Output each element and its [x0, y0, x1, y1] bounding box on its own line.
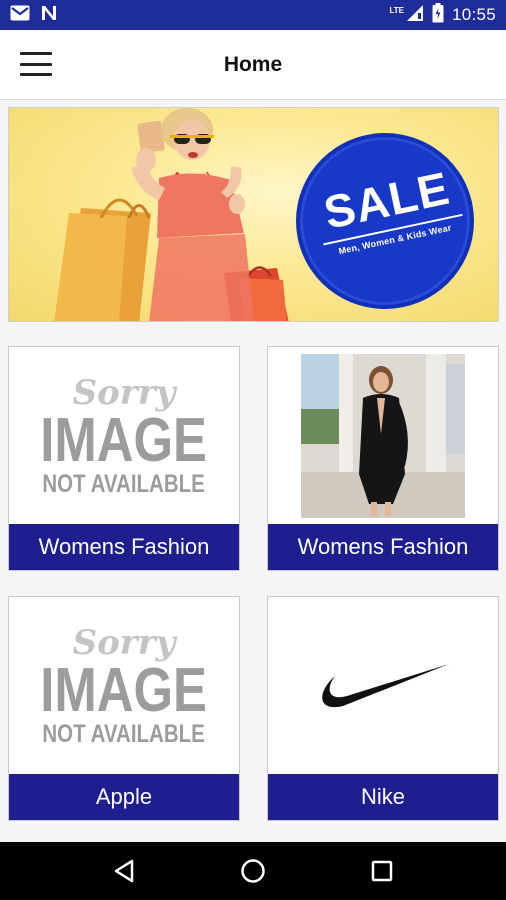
- app-bar: Home: [0, 30, 506, 100]
- page-title: Home: [223, 53, 283, 76]
- lte-label: LTE: [389, 5, 404, 15]
- category-image: [268, 347, 498, 524]
- image-not-available-placeholder: Sorry IMAGE NOT AVAILABLE: [9, 597, 239, 774]
- category-card[interactable]: Nike: [267, 596, 499, 821]
- model-photo: [301, 353, 465, 518]
- recents-icon[interactable]: [362, 851, 402, 891]
- placeholder-image: IMAGE: [40, 655, 208, 725]
- category-label: Womens Fashion: [9, 524, 239, 570]
- sale-badge: SALE Men, Women & Kids Wear: [296, 133, 474, 309]
- category-label: Nike: [268, 774, 498, 820]
- category-label: Womens Fashion: [268, 524, 498, 570]
- placeholder-not-available: NOT AVAILABLE: [42, 469, 206, 498]
- category-card[interactable]: Sorry IMAGE NOT AVAILABLE Apple: [8, 596, 240, 821]
- home-icon[interactable]: [233, 851, 273, 891]
- signal-icon: [406, 4, 424, 27]
- nike-swoosh-logo: [322, 663, 449, 707]
- system-nav-bar: [0, 842, 506, 900]
- n-app-icon: [40, 4, 58, 27]
- gmail-icon: [10, 5, 30, 26]
- category-image: [268, 597, 498, 774]
- status-bar: LTE 10:55: [0, 0, 506, 30]
- placeholder-image: IMAGE: [40, 405, 208, 475]
- image-not-available-placeholder: Sorry IMAGE NOT AVAILABLE: [9, 347, 239, 524]
- battery-icon: [432, 2, 444, 28]
- status-time: 10:55: [451, 5, 496, 24]
- sale-banner[interactable]: SALE Men, Women & Kids Wear: [8, 107, 499, 322]
- back-icon[interactable]: [104, 851, 144, 891]
- placeholder-not-available: NOT AVAILABLE: [42, 719, 206, 748]
- category-label: Apple: [9, 774, 239, 820]
- category-card[interactable]: Sorry IMAGE NOT AVAILABLE Womens Fashion: [8, 346, 240, 571]
- category-card[interactable]: Womens Fashion: [267, 346, 499, 571]
